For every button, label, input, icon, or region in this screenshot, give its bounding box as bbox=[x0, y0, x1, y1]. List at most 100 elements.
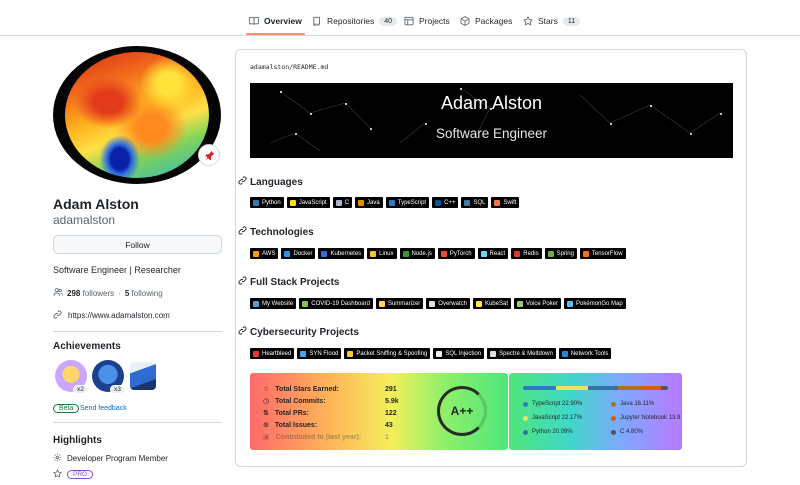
send-feedback-link[interactable]: Send feedback bbox=[80, 405, 127, 412]
readme-path-user[interactable]: adamalston bbox=[250, 63, 289, 71]
badge[interactable]: PokémonGo Map bbox=[564, 298, 626, 309]
section-title: Languages bbox=[250, 176, 303, 188]
status-pin-icon[interactable] bbox=[198, 144, 220, 166]
follow-stats: 298 followers · 5 following bbox=[53, 287, 163, 299]
badge[interactable]: Docker bbox=[281, 248, 316, 259]
tab-label: Repositories bbox=[327, 16, 375, 26]
tab-projects[interactable]: Projects bbox=[404, 10, 450, 32]
lang-label: Python 20.09% bbox=[532, 429, 573, 435]
arctic-vault-icon[interactable] bbox=[130, 362, 156, 390]
badge[interactable]: Summarizer bbox=[375, 298, 424, 309]
badge[interactable]: AWS bbox=[250, 248, 279, 259]
followers-link[interactable]: 298 followers bbox=[67, 289, 114, 298]
badge-logo-icon bbox=[436, 350, 443, 357]
badge[interactable]: Packet Sniffing & Spoofing bbox=[344, 348, 431, 359]
banner-star bbox=[610, 123, 612, 125]
achievements-heading: Achievements bbox=[53, 341, 121, 352]
language-segment bbox=[556, 386, 589, 390]
badge[interactable]: SQL bbox=[461, 197, 489, 208]
following-link[interactable]: 5 following bbox=[125, 289, 163, 298]
stat-row-commits: ◷ Total Commits: 5.9k bbox=[263, 397, 399, 406]
badge[interactable]: C++ bbox=[432, 197, 459, 208]
badge[interactable]: Kubernetes bbox=[318, 248, 365, 259]
badge[interactable]: SQL Injection bbox=[433, 348, 485, 359]
badge-logo-icon bbox=[388, 199, 395, 206]
repo-count: 40 bbox=[379, 16, 398, 26]
table-icon bbox=[404, 16, 414, 26]
badge-logo-icon bbox=[253, 250, 259, 257]
badge[interactable]: Overwatch bbox=[426, 298, 470, 309]
badge[interactable]: COVID-19 Dashboard bbox=[299, 298, 373, 309]
badge-logo-icon bbox=[480, 250, 487, 257]
stat-row-prs: ⇅ Total PRs: 122 bbox=[263, 409, 397, 418]
lang-label: C 4.80% bbox=[620, 429, 644, 435]
lang-dot bbox=[611, 401, 616, 407]
badge[interactable]: Heartbleed bbox=[250, 348, 295, 359]
gear-icon bbox=[53, 453, 62, 464]
issue-icon: ⊙ bbox=[263, 422, 269, 429]
profile-login: adamalston bbox=[53, 213, 116, 227]
lang-item: Python 20.09% bbox=[523, 429, 573, 435]
banner-subtitle: Software Engineer bbox=[435, 126, 548, 141]
badge-logo-icon bbox=[284, 250, 291, 257]
badge-logo-icon bbox=[514, 250, 521, 257]
badge[interactable]: TensorFlow bbox=[579, 248, 626, 259]
anchor-link-icon[interactable] bbox=[238, 176, 247, 188]
badge-logo-icon bbox=[464, 199, 471, 206]
badge-label: Spring bbox=[556, 250, 574, 257]
badge[interactable]: My Website bbox=[250, 298, 297, 309]
badge-logo-icon bbox=[253, 199, 259, 206]
badge[interactable]: PyTorch bbox=[437, 248, 475, 259]
badge-logo-icon bbox=[547, 250, 554, 257]
badge[interactable]: React bbox=[477, 248, 509, 259]
avatar[interactable] bbox=[53, 46, 221, 184]
badge[interactable]: Spectre & Meltdown bbox=[487, 348, 556, 359]
tab-packages[interactable]: Packages bbox=[460, 10, 512, 32]
badge-logo-icon bbox=[435, 199, 442, 206]
dot-separator: · bbox=[118, 288, 121, 298]
profile-tabs: Overview Repositories 40 Projects Packag… bbox=[0, 0, 800, 36]
badge[interactable]: Node.js bbox=[399, 248, 435, 259]
tab-stars[interactable]: Stars 11 bbox=[523, 10, 581, 32]
badge[interactable]: KubeSat bbox=[472, 298, 511, 309]
tab-label: Packages bbox=[475, 16, 513, 26]
tab-repositories[interactable]: Repositories 40 bbox=[312, 10, 398, 32]
stat-label: Contributed to (last year): bbox=[275, 433, 362, 441]
divider bbox=[53, 422, 222, 423]
badge[interactable]: Python bbox=[250, 197, 284, 208]
readme-path-file[interactable]: README.md bbox=[293, 63, 328, 71]
badge[interactable]: Network Tools bbox=[558, 348, 612, 359]
cybersecurity-heading: Cybersecurity Projects bbox=[238, 326, 359, 338]
lang-label: TypeScript 22.90% bbox=[532, 401, 583, 407]
badge-label: Python bbox=[262, 199, 281, 206]
badge-label: Java bbox=[367, 199, 380, 206]
badge-label: Overwatch bbox=[438, 300, 467, 307]
language-segment bbox=[661, 386, 668, 390]
badge[interactable]: TypeScript bbox=[385, 197, 430, 208]
badge-label: SQL Injection bbox=[445, 350, 482, 357]
badge-logo-icon bbox=[321, 250, 328, 257]
badge[interactable]: Swift bbox=[491, 197, 520, 208]
badge[interactable]: JavaScript bbox=[286, 197, 330, 208]
pull-request-icon: ⇅ bbox=[263, 410, 269, 417]
badge[interactable]: Voice Poker bbox=[514, 298, 562, 309]
badge[interactable]: Java bbox=[355, 197, 383, 208]
anchor-link-icon[interactable] bbox=[238, 276, 247, 288]
badge-logo-icon bbox=[429, 300, 436, 307]
badge[interactable]: Spring bbox=[544, 248, 577, 259]
anchor-link-icon[interactable] bbox=[238, 326, 247, 338]
tab-overview[interactable]: Overview bbox=[249, 10, 302, 32]
anchor-link-icon[interactable] bbox=[238, 226, 247, 238]
language-segment bbox=[640, 386, 662, 390]
follow-button[interactable]: Follow bbox=[53, 235, 222, 254]
badge[interactable]: Linux bbox=[367, 248, 397, 259]
top-languages-card[interactable] bbox=[509, 373, 682, 450]
stat-label: Total PRs: bbox=[274, 409, 309, 417]
lang-dot bbox=[523, 401, 528, 407]
badge-logo-icon bbox=[475, 300, 482, 307]
badge[interactable]: Redis bbox=[511, 248, 542, 259]
website-link[interactable]: https://www.adamalston.com bbox=[68, 311, 170, 320]
badge[interactable]: C bbox=[332, 197, 353, 208]
badge[interactable]: SYN Flood bbox=[297, 348, 342, 359]
developer-program-label[interactable]: Developer Program Member bbox=[67, 454, 168, 463]
